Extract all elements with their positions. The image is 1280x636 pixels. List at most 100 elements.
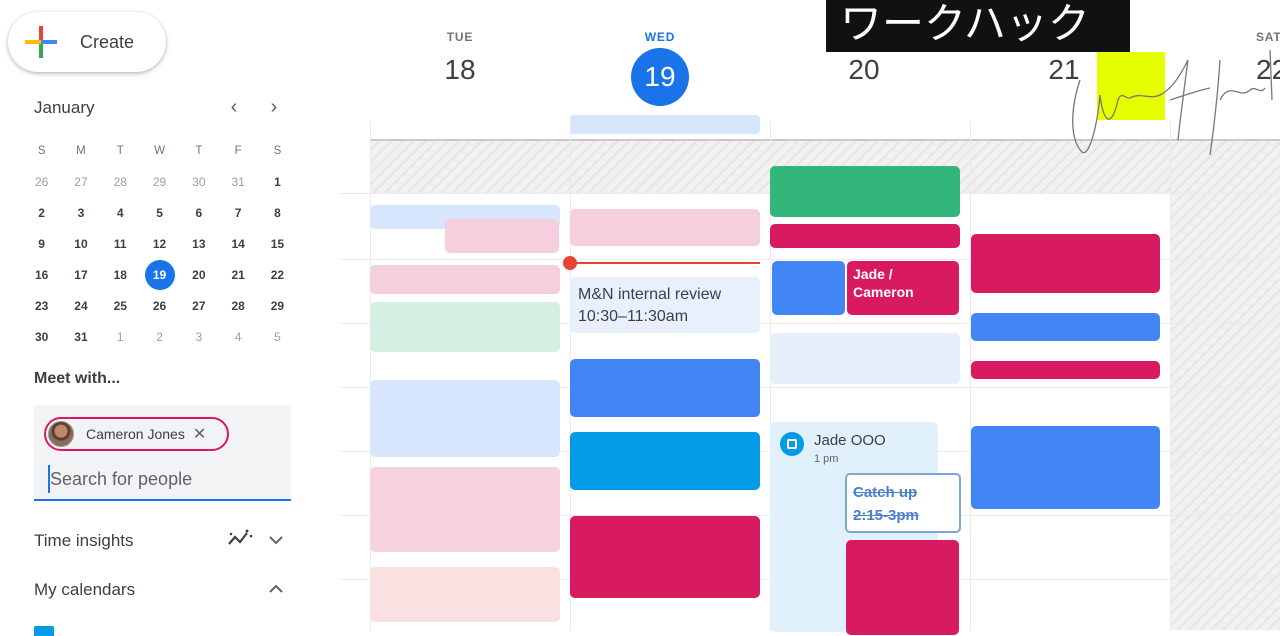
my-calendars-row[interactable]: My calendars [34, 580, 294, 600]
create-button[interactable]: Create [8, 12, 166, 72]
mini-calendar-day[interactable]: 29 [258, 290, 297, 321]
event[interactable] [370, 302, 560, 352]
event[interactable] [971, 426, 1160, 509]
mini-calendar-day[interactable]: 28 [101, 166, 140, 197]
mini-calendar-day[interactable]: 2 [22, 197, 61, 228]
day-number[interactable]: 20 [764, 54, 964, 86]
mini-calendar-day[interactable]: 28 [218, 290, 257, 321]
event-jade-cameron[interactable]: Jade / Cameron [847, 261, 959, 315]
event[interactable] [770, 333, 960, 384]
event[interactable] [570, 432, 760, 490]
search-people-input[interactable] [48, 465, 278, 493]
mini-calendar-day[interactable]: 7 [218, 197, 257, 228]
mini-calendar-day[interactable]: 20 [179, 259, 218, 290]
event[interactable] [370, 467, 560, 552]
chevron-up-icon[interactable] [258, 581, 294, 599]
calendar-checkbox[interactable] [34, 626, 54, 636]
time-grid: M&N internal review 10:30–11:30am Jade /… [340, 121, 1280, 635]
event-catch-up[interactable]: Catch up 2:15-3pm [845, 473, 961, 533]
mini-calendar-day[interactable]: 29 [140, 166, 179, 197]
mini-calendar-day[interactable]: 13 [179, 228, 218, 259]
event-time: 10:30–11:30am [578, 308, 689, 325]
mini-calendar-day[interactable]: 10 [61, 228, 100, 259]
time-insights-label: Time insights [34, 530, 134, 550]
event[interactable] [370, 567, 560, 622]
day-header-tue[interactable]: TUE 18 [360, 30, 560, 86]
mini-calendar-day[interactable]: 2 [140, 321, 179, 352]
day-header-wed[interactable]: WED 19 [560, 30, 760, 106]
event[interactable] [846, 540, 959, 635]
mini-calendar-day[interactable]: 15 [258, 228, 297, 259]
event-title: M&N internal review [578, 286, 722, 303]
mini-calendar-day[interactable]: 17 [61, 259, 100, 290]
mini-calendar-day[interactable]: 1 [101, 321, 140, 352]
current-time-line [570, 262, 760, 264]
mini-calendar-day[interactable]: 11 [101, 228, 140, 259]
event[interactable] [570, 209, 760, 246]
mini-calendar-day[interactable]: 6 [179, 197, 218, 228]
chevron-left-icon[interactable]: ‹ [214, 96, 254, 119]
all-day-event[interactable] [570, 115, 760, 134]
chevron-right-icon[interactable]: › [254, 96, 294, 119]
mini-calendar-day[interactable]: 25 [101, 290, 140, 321]
event[interactable] [570, 516, 760, 598]
event[interactable] [770, 166, 960, 217]
mini-calendar-day[interactable]: 22 [258, 259, 297, 290]
event[interactable] [445, 219, 559, 253]
mini-calendar-day[interactable]: 31 [61, 321, 100, 352]
mini-calendar-day[interactable]: 26 [140, 290, 179, 321]
mini-calendar-day[interactable]: 3 [179, 321, 218, 352]
mini-calendar-month: January [34, 97, 95, 117]
weekday-label: S [37, 144, 46, 157]
mini-calendar-day[interactable]: 18 [101, 259, 140, 290]
mini-calendar-day[interactable]: 23 [22, 290, 61, 321]
mini-calendar-day[interactable]: 16 [22, 259, 61, 290]
weekday-label: S [273, 144, 282, 157]
mini-calendar-day[interactable]: 8 [258, 197, 297, 228]
mini-calendar-day-today[interactable]: 19 [140, 259, 179, 290]
event-time: 2:15-3pm [853, 507, 919, 524]
mini-calendar-day[interactable]: 27 [61, 166, 100, 197]
day-divider [370, 121, 371, 631]
mini-calendar-day[interactable]: 31 [218, 166, 257, 197]
create-label: Create [80, 31, 135, 52]
person-chip[interactable]: Cameron Jones ✕ [44, 417, 229, 451]
event[interactable] [971, 361, 1160, 379]
event[interactable] [570, 359, 760, 417]
mini-calendar-header: January ‹ › [34, 96, 294, 119]
day-number[interactable]: 18 [360, 54, 560, 86]
mini-calendar-day[interactable]: 9 [22, 228, 61, 259]
mini-calendar-day[interactable]: 24 [61, 290, 100, 321]
mini-calendar-day[interactable]: 5 [140, 197, 179, 228]
event[interactable] [370, 380, 560, 457]
chevron-down-icon[interactable] [258, 532, 294, 550]
day-number-today[interactable]: 19 [631, 48, 689, 106]
mini-calendar-day[interactable]: 30 [22, 321, 61, 352]
insights-sparkline-icon[interactable] [222, 528, 258, 553]
event[interactable] [971, 234, 1160, 293]
mini-calendar-day[interactable]: 3 [61, 197, 100, 228]
event[interactable] [770, 224, 960, 248]
event[interactable] [971, 313, 1160, 341]
mini-calendar-day[interactable]: 14 [218, 228, 257, 259]
mini-calendar-day[interactable]: 4 [101, 197, 140, 228]
event[interactable] [370, 265, 560, 294]
mini-calendar-day[interactable]: 30 [179, 166, 218, 197]
mini-calendar-day[interactable]: 5 [258, 321, 297, 352]
mini-calendar-day[interactable]: 27 [179, 290, 218, 321]
time-insights-row[interactable]: Time insights [34, 528, 294, 553]
event-mn-internal-review[interactable]: M&N internal review 10:30–11:30am [570, 277, 760, 333]
mini-calendar-day[interactable]: 12 [140, 228, 179, 259]
day-number[interactable]: 19 [144, 259, 175, 290]
mini-calendar-day[interactable]: 21 [218, 259, 257, 290]
mini-calendar-day[interactable]: 26 [22, 166, 61, 197]
mini-calendar-day[interactable]: 4 [218, 321, 257, 352]
weekday-label: F [234, 144, 242, 157]
event-title: Jade OOO [814, 432, 886, 449]
mini-calendar-grid: S M T W T F S 26 27 28 29 30 31 1 2 3 4 5 6 7 8 9 10 11 12 13 14 15… [22, 135, 297, 352]
day-of-week: WED [644, 30, 676, 44]
event[interactable] [772, 261, 845, 315]
close-icon[interactable]: ✕ [193, 424, 206, 444]
mini-calendar-day[interactable]: 1 [258, 166, 297, 197]
weekday-label: W [154, 144, 165, 157]
